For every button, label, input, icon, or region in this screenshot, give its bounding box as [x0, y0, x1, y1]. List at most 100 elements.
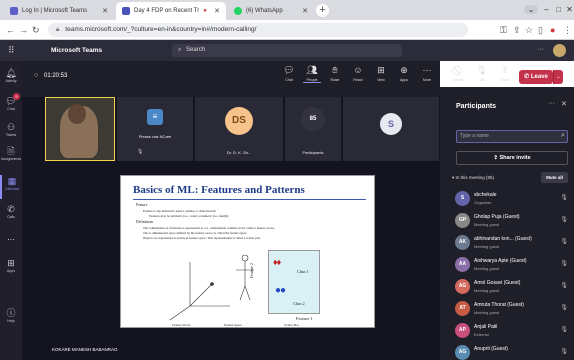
meeting-timer: 01:20:53	[44, 73, 68, 79]
chat-button[interactable]: 💬︎ Chat	[280, 64, 298, 82]
reload-icon[interactable]: ↻	[32, 25, 40, 36]
rail-label: Calendar	[4, 187, 20, 191]
class1-points: ♦♦	[273, 257, 281, 267]
leave-options-button[interactable]: ⌄	[553, 70, 563, 84]
rail-item-calendar[interactable]: ▦ Calendar	[0, 175, 22, 199]
overflow-participants-tile[interactable]: 85 Participants	[285, 97, 341, 161]
star-icon[interactable]: ☆	[525, 25, 533, 36]
mic-button[interactable]: 🎙︎ Mic	[473, 64, 491, 82]
teams-favicon-icon	[122, 7, 130, 15]
search-input[interactable]: ⌕ Search	[172, 44, 402, 57]
participant-avatar: AK	[455, 235, 470, 250]
participant-name: Amruta Thorat (Guest)	[474, 302, 524, 308]
mic-off-icon: 🎙︎	[476, 65, 488, 75]
class2-label: Class 2	[293, 301, 305, 306]
raise-hand-button[interactable]: ✋︎ Raise	[326, 64, 344, 82]
apps-icon: ⊕	[400, 65, 408, 75]
participant-row[interactable]: AP Anjali Patil External 🎙︎	[455, 322, 570, 343]
video-tile-participant-1[interactable]: ≡ Please rais NCare 🎙︎	[117, 97, 193, 161]
mute-all-button[interactable]: Mute all	[541, 172, 568, 183]
assignments-icon: 🗎	[7, 146, 15, 156]
profile-avatar-icon[interactable]: ●	[550, 25, 555, 35]
search-icon: ⌕	[561, 132, 565, 139]
camera-button[interactable]: ⃠ Camera	[450, 64, 468, 82]
close-icon[interactable]: ✕	[298, 7, 308, 15]
rail-item-activity[interactable]: 🔔︎ Activity	[0, 67, 22, 91]
view-button[interactable]: ⊞ View	[372, 64, 390, 82]
new-tab-button[interactable]: +	[316, 4, 329, 17]
mic-off-icon: 🎙︎	[560, 349, 568, 355]
participant-name: Anjali Patil	[474, 324, 498, 330]
toolbar-label: Mic	[479, 78, 485, 82]
participant-row[interactable]: AK abhinandan kon... (Guest) Meeting guest…	[455, 234, 570, 255]
close-icon[interactable]: ✕	[98, 7, 108, 15]
window-close-icon[interactable]: ✕	[563, 5, 574, 14]
app-launcher-icon[interactable]: ⠿	[8, 45, 15, 56]
rail-item-chat[interactable]: 💬︎ Chat 9	[0, 93, 22, 119]
rail-item-apps[interactable]: ⊞ Apps	[0, 257, 22, 281]
more-options-icon[interactable]: ···	[548, 100, 555, 107]
rail-label: Assignments	[0, 157, 22, 161]
rail-item-more[interactable]: ...	[0, 231, 22, 255]
more-button[interactable]: ··· More	[418, 64, 436, 82]
apps-button[interactable]: ⊕ Apps	[395, 64, 413, 82]
url-text: teams.microsoft.com/_?culture=en-in&coun…	[65, 26, 257, 33]
participant-name: sbchekale	[474, 192, 497, 198]
presenter-name: KOKARE MANESH BABANRAO	[52, 347, 118, 352]
rail-item-help[interactable]: ⓘ Help	[0, 307, 22, 331]
participant-name: Aishwarya Apte (Guest)	[474, 258, 527, 264]
react-button[interactable]: ☺ React	[349, 64, 367, 82]
tab-fdp[interactable]: Day 4 FDP on Recent Tr ● ✕	[116, 2, 226, 20]
browser-tab-bar: Log In | Microsoft Teams ✕ Day 4 FDP on …	[0, 0, 574, 20]
participant-row[interactable]: AT Amruta Thorat (Guest) Meeting guest 🎙︎	[455, 300, 570, 321]
close-icon[interactable]: ✕	[210, 7, 220, 15]
tab-label: Day 4 FDP on Recent Tr	[134, 8, 200, 14]
participant-row[interactable]: AG Amol Gosavi (Guest) Meeting guest 🎙︎	[455, 278, 570, 299]
participant-row[interactable]: AA Aishwarya Apte (Guest) Meeting guest 🎙︎	[455, 256, 570, 277]
video-tile-participant-3[interactable]: S	[343, 97, 439, 161]
address-bar-row: ← → ↻ 🔒︎ teams.microsoft.com/_?culture=e…	[0, 20, 574, 40]
tab-whatsapp[interactable]: (6) WhatsApp ✕	[228, 2, 314, 20]
feature-vector-label: Feature Vector	[172, 323, 191, 327]
share-button[interactable]: ⇧ Share	[496, 64, 514, 82]
in-meeting-header[interactable]: ▾ In this meeting (85)	[452, 175, 494, 181]
user-avatar[interactable]	[553, 44, 566, 57]
sidepanel-icon[interactable]: ▯	[538, 25, 543, 36]
participant-row[interactable]: Ssbchekale Organizer 🎙︎	[455, 190, 570, 211]
participant-row[interactable]: AG Anuprit (Guest) 🎙︎	[455, 344, 570, 360]
more-icon: ...	[7, 232, 15, 242]
toolbar-label: People	[306, 78, 318, 82]
participant-row[interactable]: GP Gholap Puja (Guest) Meeting guest 🎙︎	[455, 212, 570, 233]
share-invite-button[interactable]: ⇪ Share invite	[456, 151, 568, 165]
profile-chevron-icon[interactable]: ⌄	[524, 5, 538, 14]
video-tile-participant-2[interactable]: DS Dr. D. K. Sh...	[195, 97, 283, 161]
share-page-icon[interactable]: ⇪	[513, 25, 521, 36]
mic-off-icon: 🎙︎	[560, 283, 568, 289]
tab-teams-login[interactable]: Log In | Microsoft Teams ✕	[4, 2, 114, 20]
rail-item-assignments[interactable]: 🗎 Assignments	[0, 145, 22, 169]
participant-name: Amol Gosavi (Guest)	[474, 280, 521, 286]
close-icon[interactable]: ✕	[561, 100, 567, 108]
participant-search-input[interactable]: Type a name	[456, 130, 568, 143]
recording-dot-icon: ●	[203, 8, 207, 14]
more-options-icon[interactable]: ···	[537, 46, 544, 53]
bell-icon: 🔔︎	[5, 68, 17, 78]
slide-bullet: The d- dimensional space defined by the …	[143, 231, 247, 235]
mic-off-icon: 🎙︎	[560, 195, 568, 201]
mic-off-icon: 🎙︎	[560, 327, 568, 333]
tab-label: Log In | Microsoft Teams	[22, 8, 88, 14]
rail-item-teams[interactable]: ⚇ Teams	[0, 121, 22, 145]
mic-off-icon: 🎙︎	[560, 239, 568, 245]
kebab-menu-icon[interactable]: ⋮	[563, 25, 572, 36]
people-button[interactable]: 👥︎ People	[303, 64, 321, 83]
video-tile-speaker[interactable]	[45, 97, 115, 161]
key-icon[interactable]: ⚿	[500, 25, 507, 36]
url-field[interactable]: 🔒︎ teams.microsoft.com/_?culture=en-in&c…	[48, 23, 468, 37]
rail-item-calls[interactable]: ✆ Calls	[0, 203, 22, 227]
leave-button[interactable]: ✆ Leave	[519, 70, 553, 84]
share-invite-label: Share invite	[499, 155, 531, 161]
mic-off-icon: 🎙︎	[560, 261, 568, 267]
hand-icon: ✋︎	[332, 65, 338, 75]
forward-icon[interactable]: →	[19, 25, 28, 35]
back-icon[interactable]: ←	[6, 25, 15, 35]
